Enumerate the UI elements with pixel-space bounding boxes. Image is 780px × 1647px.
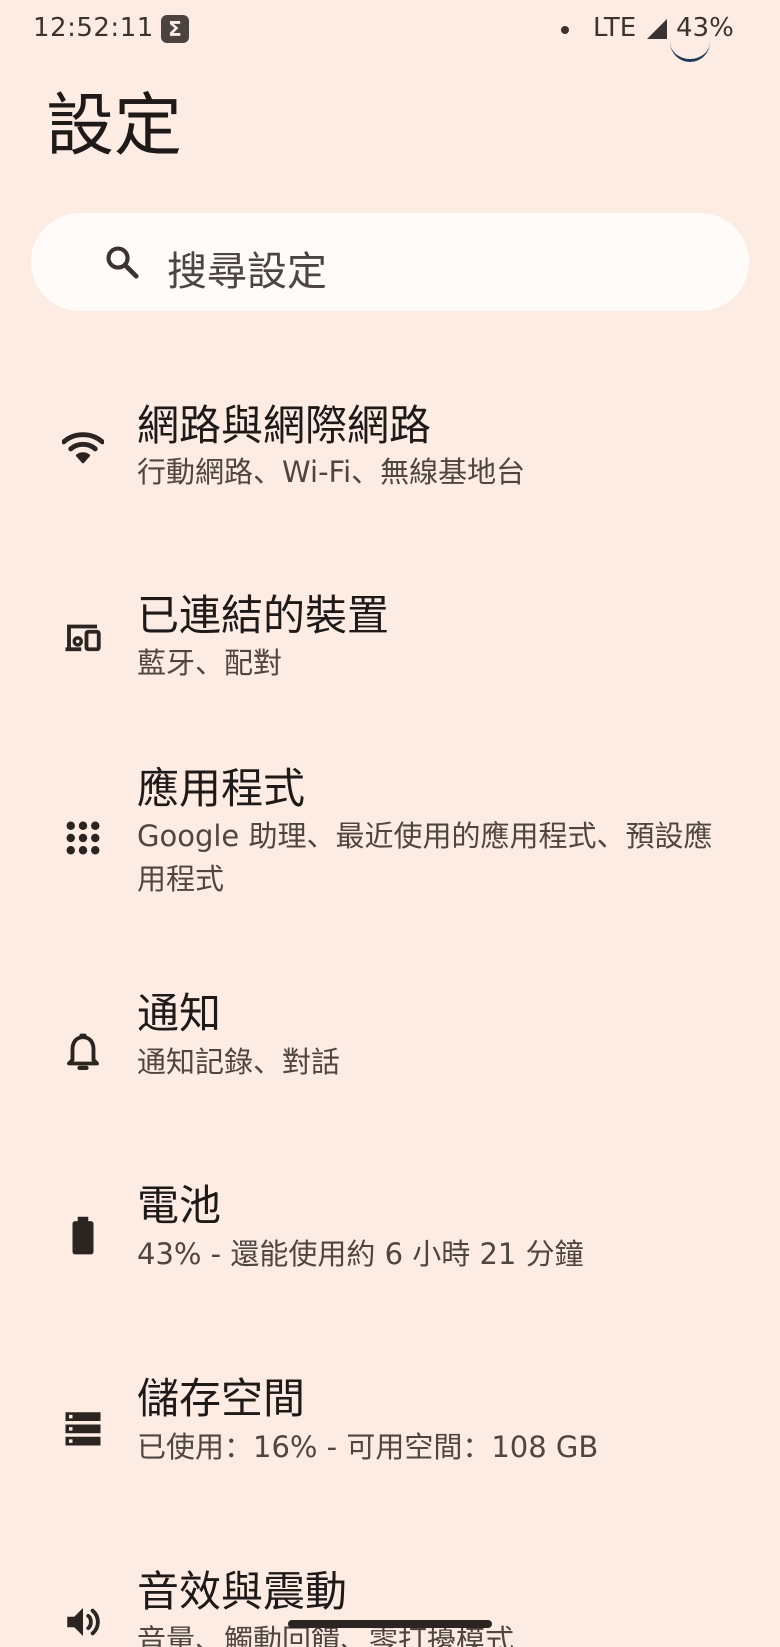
- page-title: 設定: [46, 87, 183, 166]
- settings-item-title: 應用程式: [137, 764, 306, 813]
- status-bar: 12:52:11 Σ LTE 43%: [0, 0, 780, 58]
- settings-item-subtitle: 藍牙、配對: [137, 646, 283, 680]
- search-placeholder: 搜尋設定: [167, 249, 327, 295]
- settings-item-subtitle: 已使用：16% - 可用空間：108 GB: [137, 1430, 599, 1464]
- speaker-icon: [67, 1608, 100, 1636]
- notification-dot-icon: [561, 26, 569, 34]
- settings-item-apps[interactable]: 應用程式 Google 助理、最近使用的應用程式、預設應用程式: [0, 755, 780, 935]
- account-avatar[interactable]: [670, 36, 710, 62]
- settings-item-subtitle: 通知記錄、對話: [137, 1045, 341, 1079]
- settings-item-subtitle: 43% - 還能使用約 6 小時 21 分鐘: [137, 1237, 584, 1271]
- settings-item-subtitle: Google 助理、最近使用的應用程式、預設應用程式: [137, 819, 713, 896]
- settings-item-storage[interactable]: 儲存空間 已使用：16% - 可用空間：108 GB: [0, 1365, 780, 1505]
- settings-item-notifications[interactable]: 通知 通知記錄、對話: [0, 980, 780, 1120]
- wifi-icon: [62, 432, 104, 464]
- battery-icon: [72, 1216, 94, 1255]
- settings-item-title: 已連結的裝置: [137, 591, 390, 640]
- settings-item-title: 網路與網際網路: [137, 401, 432, 450]
- settings-item-connected-devices[interactable]: 已連結的裝置 藍牙、配對: [0, 572, 780, 712]
- search-icon: [106, 246, 139, 279]
- settings-item-title: 電池: [137, 1181, 222, 1230]
- settings-item-network[interactable]: 網路與網際網路 行動網路、Wi-Fi、無線基地台: [0, 380, 780, 520]
- search-settings-bar[interactable]: 搜尋設定: [31, 213, 749, 311]
- apps-grid-icon: [66, 821, 100, 855]
- settings-item-sound[interactable]: 音效與震動 音量、觸動回饋、零打擾模式: [0, 1558, 780, 1647]
- settings-item-subtitle: 行動網路、Wi-Fi、無線基地台: [137, 455, 526, 489]
- home-indicator[interactable]: [288, 1620, 492, 1628]
- app-notification-icon: Σ: [161, 15, 189, 43]
- settings-item-title: 通知: [137, 989, 222, 1038]
- devices-icon: [65, 624, 101, 652]
- network-type: LTE: [593, 13, 637, 43]
- storage-icon: [65, 1412, 101, 1446]
- settings-item-title: 音效與震動: [137, 1567, 348, 1616]
- settings-item-title: 儲存空間: [137, 1374, 306, 1423]
- settings-item-battery[interactable]: 電池 43% - 還能使用約 6 小時 21 分鐘: [0, 1172, 780, 1312]
- signal-strength-icon: [647, 19, 667, 39]
- status-time: 12:52:11: [33, 13, 154, 43]
- bell-icon: [67, 1033, 99, 1070]
